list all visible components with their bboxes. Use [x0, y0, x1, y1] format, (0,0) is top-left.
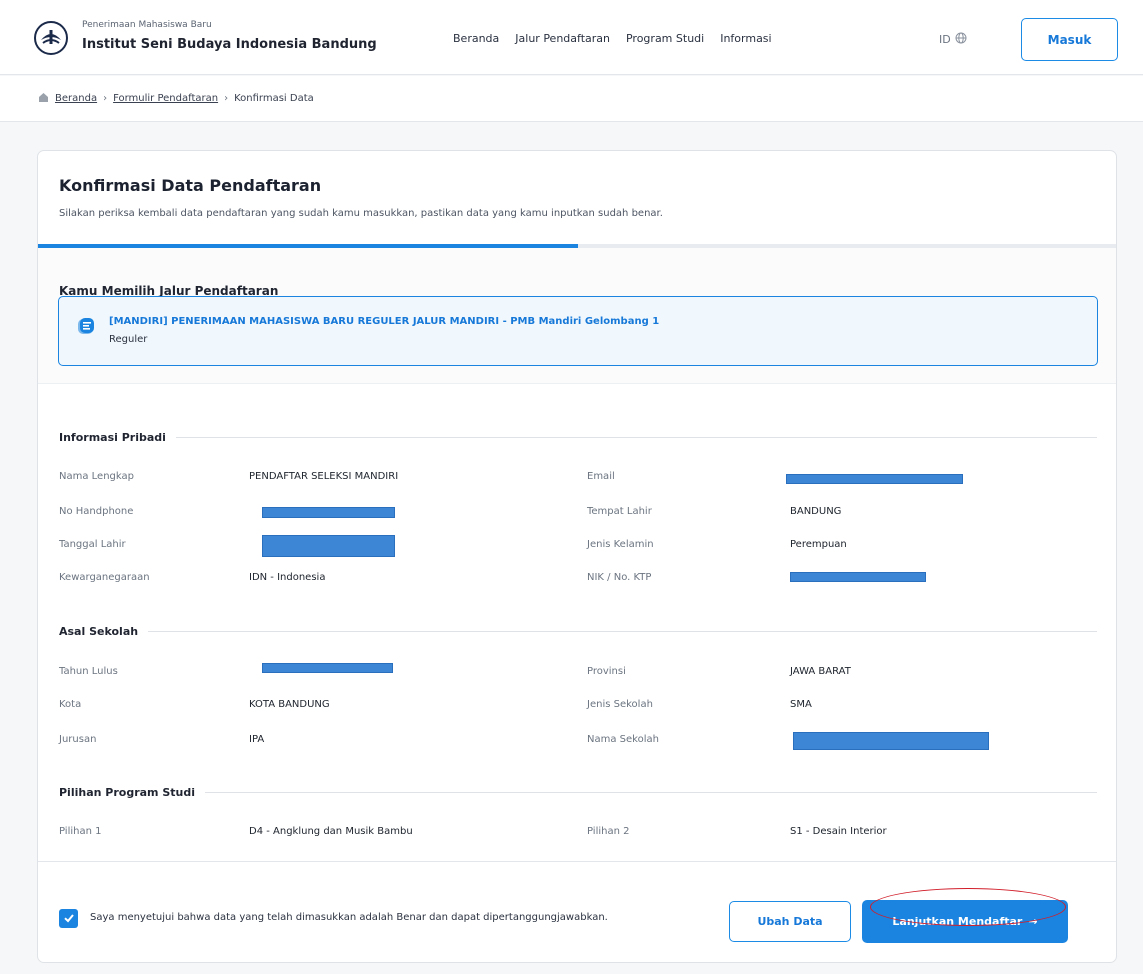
- globe-icon: [955, 32, 967, 47]
- value-kota: KOTA BANDUNG: [249, 699, 330, 710]
- continue-label: Lanjutkan Mendaftar: [892, 915, 1023, 928]
- breadcrumb-beranda[interactable]: Beranda: [55, 93, 97, 104]
- language-label: ID: [939, 33, 951, 46]
- agreement-checkbox[interactable]: [59, 909, 78, 928]
- value-provinsi: JAWA BARAT: [790, 666, 851, 677]
- section-title: Pilihan Program Studi: [59, 786, 196, 799]
- redacted-phone: [262, 507, 395, 518]
- label-pilihan-1: Pilihan 1: [59, 826, 102, 837]
- label-tanggal-lahir: Tanggal Lahir: [59, 539, 126, 550]
- breadcrumb-separator: ›: [224, 93, 229, 104]
- value-jurusan: IPA: [249, 734, 265, 745]
- label-nama: Nama Lengkap: [59, 471, 134, 482]
- section-divider: [175, 437, 1097, 438]
- selected-jalur-card: [MANDIRI] PENERIMAAN MAHASISWA BARU REGU…: [58, 296, 1098, 366]
- section-title: Informasi Pribadi: [59, 431, 166, 444]
- label-jenis-sekolah: Jenis Sekolah: [587, 699, 653, 710]
- value-jenis-kelamin: Perempuan: [790, 539, 847, 550]
- section-divider: [148, 631, 1097, 632]
- label-tempat-lahir: Tempat Lahir: [587, 506, 652, 517]
- jalur-title: [MANDIRI] PENERIMAAN MAHASISWA BARU REGU…: [109, 316, 660, 327]
- section-asal-sekolah: Asal Sekolah: [59, 625, 1097, 638]
- label-nama-sekolah: Nama Sekolah: [587, 734, 659, 745]
- jalur-type: Reguler: [109, 334, 148, 345]
- nav-program-studi[interactable]: Program Studi: [626, 32, 704, 45]
- breadcrumb: Beranda › Formulir Pendaftaran › Konfirm…: [0, 76, 1143, 122]
- value-pilihan-2: S1 - Desain Interior: [790, 826, 887, 837]
- edit-data-button[interactable]: Ubah Data: [729, 901, 851, 942]
- label-email: Email: [587, 471, 615, 482]
- label-jurusan: Jurusan: [59, 734, 97, 745]
- agreement-text: Saya menyetujui bahwa data yang telah di…: [90, 912, 608, 923]
- value-tempat-lahir: BANDUNG: [790, 506, 842, 517]
- nav-beranda[interactable]: Beranda: [453, 32, 499, 45]
- label-provinsi: Provinsi: [587, 666, 626, 677]
- home-icon: [38, 92, 49, 106]
- breadcrumb-separator: ›: [103, 93, 108, 104]
- page-title: Konfirmasi Data Pendaftaran: [59, 176, 322, 195]
- brand-subtitle: Penerimaan Mahasiswa Baru: [82, 20, 212, 30]
- value-kewarganegaraan: IDN - Indonesia: [249, 572, 326, 583]
- main-nav: Beranda Jalur Pendaftaran Program Studi …: [453, 32, 772, 45]
- page-subtitle: Silakan periksa kembali data pendaftaran…: [59, 208, 663, 219]
- redacted-nama-sekolah: [793, 732, 989, 750]
- section-title: Asal Sekolah: [59, 625, 139, 638]
- checkmark-icon: [63, 909, 75, 928]
- login-button[interactable]: Masuk: [1021, 18, 1118, 61]
- label-hp: No Handphone: [59, 506, 134, 517]
- redacted-birthdate: [262, 535, 395, 557]
- nav-jalur-pendaftaran[interactable]: Jalur Pendaftaran: [515, 32, 610, 45]
- value-nama: PENDAFTAR SELEKSI MANDIRI: [249, 471, 399, 482]
- label-kota: Kota: [59, 699, 82, 710]
- label-tahun-lulus: Tahun Lulus: [59, 666, 118, 677]
- brand-title[interactable]: Institut Seni Budaya Indonesia Bandung: [82, 37, 377, 52]
- redacted-tahun-lulus: [262, 663, 393, 673]
- arrow-right-icon: →: [1028, 915, 1038, 928]
- breadcrumb-formulir[interactable]: Formulir Pendaftaran: [113, 93, 218, 104]
- value-jenis-sekolah: SMA: [790, 699, 812, 710]
- confirmation-card: Konfirmasi Data Pendaftaran Silakan peri…: [37, 150, 1117, 963]
- label-kewarganegaraan: Kewarganegaraan: [59, 572, 150, 583]
- value-pilihan-1: D4 - Angklung dan Musik Bambu: [249, 826, 413, 837]
- institution-logo-icon[interactable]: [33, 20, 69, 56]
- label-jenis-kelamin: Jenis Kelamin: [587, 539, 654, 550]
- label-pilihan-2: Pilihan 2: [587, 826, 630, 837]
- language-switcher[interactable]: ID: [939, 32, 967, 47]
- section-informasi-pribadi: Informasi Pribadi: [59, 431, 1097, 444]
- nav-informasi[interactable]: Informasi: [720, 32, 771, 45]
- section-program-studi: Pilihan Program Studi: [59, 786, 1097, 799]
- footer-divider: [38, 861, 1116, 862]
- breadcrumb-current: Konfirmasi Data: [234, 93, 314, 104]
- redacted-email: [786, 474, 963, 484]
- section-divider: [205, 792, 1097, 793]
- top-navbar: Penerimaan Mahasiswa Baru Institut Seni …: [0, 0, 1143, 75]
- label-nik: NIK / No. KTP: [587, 572, 652, 583]
- document-icon: [75, 315, 97, 337]
- redacted-nik: [790, 572, 926, 582]
- continue-registration-button[interactable]: Lanjutkan Mendaftar →: [862, 900, 1068, 943]
